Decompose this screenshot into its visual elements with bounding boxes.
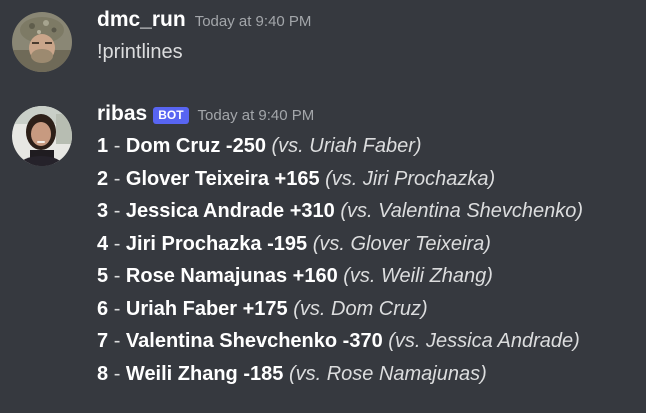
line-number: 6 <box>97 297 109 320</box>
separator: - <box>113 200 121 222</box>
fighter-odds: Weili Zhang -185 <box>125 362 284 385</box>
list-item: 8 - Weili Zhang -185 (vs. Rose Namajunas… <box>97 358 646 391</box>
message-text: !printlines <box>97 41 183 63</box>
avatar[interactable] <box>12 106 72 166</box>
fight-lines-list: 1 - Dom Cruz -250 (vs. Uriah Faber) 2 - … <box>97 130 646 390</box>
username[interactable]: dmc_run <box>97 8 186 32</box>
separator: - <box>113 265 121 287</box>
list-item: 5 - Rose Namajunas +160 (vs. Weili Zhang… <box>97 260 646 293</box>
fighter-odds: Uriah Faber +175 <box>125 297 288 320</box>
list-item: 4 - Jiri Prochazka -195 (vs. Glover Teix… <box>97 228 646 261</box>
separator: - <box>113 232 121 255</box>
fighter-odds: Jiri Prochazka -195 <box>125 232 308 255</box>
opponent: (vs. Rose Namajunas) <box>288 362 487 385</box>
separator: - <box>113 167 121 190</box>
list-item: 7 - Valentina Shevchenko -370 (vs. Jessi… <box>97 325 646 358</box>
opponent: (vs. Valentina Shevchenko) <box>340 200 584 222</box>
opponent: (vs. Glover Teixeira) <box>312 232 491 255</box>
fighter-odds: Rose Namajunas +160 <box>125 265 338 287</box>
fighter-odds: Glover Teixeira +165 <box>125 167 320 190</box>
list-item: 1 - Dom Cruz -250 (vs. Uriah Faber) <box>97 130 646 163</box>
opponent: (vs. Dom Cruz) <box>293 297 428 320</box>
list-item: 6 - Uriah Faber +175 (vs. Dom Cruz) <box>97 293 646 326</box>
line-number: 5 <box>97 265 109 287</box>
fighter-odds: Dom Cruz -250 <box>125 135 266 157</box>
separator: - <box>113 362 121 385</box>
opponent: (vs. Jiri Prochazka) <box>325 167 496 190</box>
line-number: 7 <box>97 330 109 352</box>
timestamp[interactable]: Today at 9:40 PM <box>195 13 312 30</box>
message-header: dmc_run Today at 9:40 PM <box>97 8 646 36</box>
opponent: (vs. Jessica Andrade) <box>388 330 580 352</box>
separator: - <box>113 135 121 157</box>
separator: - <box>113 330 121 352</box>
message-content: dmc_run Today at 9:40 PM !printlines <box>97 8 646 69</box>
opponent: (vs. Weili Zhang) <box>343 265 493 287</box>
fighter-odds: Valentina Shevchenko -370 <box>125 330 383 352</box>
list-item: 2 - Glover Teixeira +165 (vs. Jiri Proch… <box>97 163 646 196</box>
line-number: 3 <box>97 200 109 222</box>
message-header: ribas BOT Today at 9:40 PM <box>97 102 646 130</box>
message-content: ribas BOT Today at 9:40 PM 1 - Dom Cruz … <box>97 102 646 390</box>
username[interactable]: ribas <box>97 102 147 126</box>
line-number: 4 <box>97 232 109 255</box>
line-number: 2 <box>97 167 109 190</box>
avatar[interactable] <box>12 12 72 72</box>
timestamp[interactable]: Today at 9:40 PM <box>198 107 315 124</box>
separator: - <box>113 297 121 320</box>
list-item: 3 - Jessica Andrade +310 (vs. Valentina … <box>97 195 646 228</box>
fighter-odds: Jessica Andrade +310 <box>125 200 335 222</box>
line-number: 8 <box>97 362 109 385</box>
bot-badge: BOT <box>153 106 189 124</box>
opponent: (vs. Uriah Faber) <box>271 135 422 157</box>
line-number: 1 <box>97 135 109 157</box>
